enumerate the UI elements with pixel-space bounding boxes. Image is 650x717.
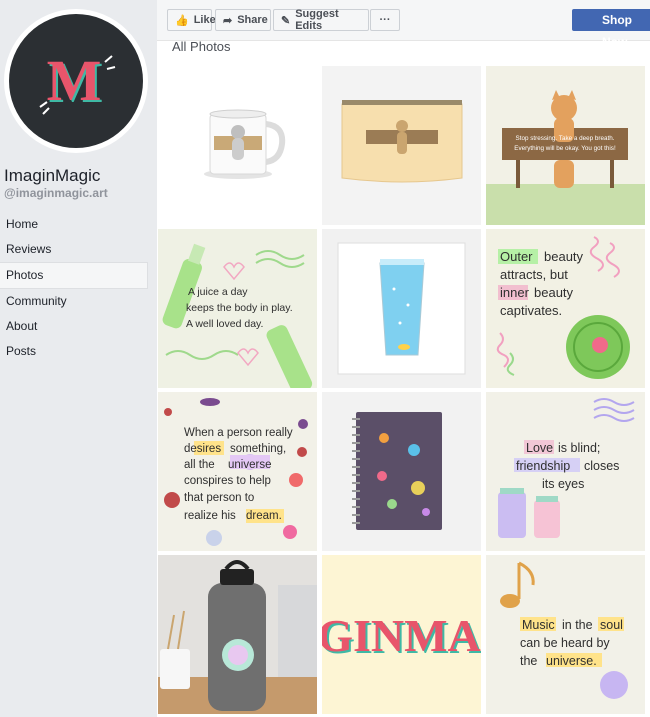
share-button[interactable]: ➦ Share (215, 9, 271, 31)
svg-text:Music: Music (522, 618, 555, 632)
nav-item-community[interactable]: Community (0, 289, 148, 314)
svg-text:When a person really: When a person really (184, 427, 293, 439)
action-toolbar: 👍 Like ➦ Share ✎ Suggest Edits ··· Shop Now (157, 0, 650, 49)
photo-notebook[interactable] (322, 392, 481, 551)
nav-item-posts[interactable]: Posts (0, 339, 148, 364)
svg-text:beauty: beauty (534, 285, 574, 300)
suggest-edits-button[interactable]: ✎ Suggest Edits (273, 8, 369, 32)
svg-text:M: M (47, 48, 102, 113)
svg-text:A well loved day.: A well loved day. (186, 318, 263, 330)
photo-universe[interactable]: When a person really desires something, … (158, 392, 317, 551)
photo-water-glass[interactable] (322, 229, 481, 388)
svg-text:its eyes: its eyes (542, 477, 584, 491)
left-sidebar: M M ImaginMagic @imaginmagic.art Home Re… (0, 0, 157, 717)
photo-ginma[interactable]: GINMA GINMA (322, 555, 481, 714)
svg-text:Stop stressing. Take a deep br: Stop stressing. Take a deep breath. (516, 135, 615, 142)
share-arrow-icon: ➦ (223, 14, 233, 27)
section-title: All Photos (172, 39, 231, 54)
svg-text:that person to: that person to (184, 492, 254, 504)
svg-text:GINMA: GINMA (322, 610, 481, 661)
shop-now-button[interactable]: Shop Now (572, 9, 650, 49)
svg-text:in the: in the (562, 618, 593, 632)
nav-item-home[interactable]: Home (0, 212, 148, 237)
main-content: 👍 Like ➦ Share ✎ Suggest Edits ··· Shop Now… (157, 0, 650, 717)
svg-text:universe: universe (228, 459, 271, 471)
thumbs-up-icon: 👍 (175, 14, 189, 27)
nav-item-photos[interactable]: Photos (0, 262, 148, 289)
photo-outer-beauty[interactable]: Outer beauty attracts, but inner beauty … (486, 229, 645, 388)
svg-text:all the: all the (184, 459, 215, 471)
photo-pouch[interactable] (322, 66, 481, 225)
svg-text:dream.: dream. (246, 510, 282, 522)
svg-text:realize his: realize his (184, 510, 236, 522)
svg-text:attracts, but: attracts, but (500, 267, 568, 282)
photo-music[interactable]: Music in the soul can be heard by the un… (486, 555, 645, 714)
svg-text:A juice a day: A juice a day (188, 286, 248, 298)
svg-text:the: the (520, 654, 537, 668)
svg-text:beauty: beauty (544, 249, 584, 264)
pencil-icon: ✎ (281, 14, 291, 27)
svg-text:Love: Love (526, 441, 553, 455)
nav-item-reviews[interactable]: Reviews (0, 237, 148, 262)
photo-bottle[interactable] (158, 555, 317, 714)
svg-text:universe.: universe. (546, 654, 597, 668)
svg-text:desires: desires (184, 443, 221, 455)
svg-text:Everything will be okay. You g: Everything will be okay. You got this! (514, 145, 616, 152)
nav-item-about[interactable]: About (0, 314, 148, 339)
svg-text:Outer: Outer (500, 249, 533, 264)
svg-text:closes: closes (584, 459, 619, 473)
svg-text:soul: soul (600, 618, 623, 632)
page-nav: Home Reviews Photos Community About Post… (0, 212, 148, 364)
svg-text:conspires to help: conspires to help (184, 475, 271, 487)
svg-text:friendship: friendship (516, 459, 570, 473)
photo-juice[interactable]: A juice a day keeps the body in play. A … (158, 229, 317, 388)
svg-text:is blind;: is blind; (558, 441, 600, 455)
svg-text:captivates.: captivates. (500, 303, 562, 318)
like-button[interactable]: 👍 Like (167, 9, 216, 31)
logo-m-icon: M M (39, 48, 116, 115)
more-icon: ··· (379, 14, 391, 26)
page-handle: @imaginmagic.art (4, 186, 108, 200)
page-name[interactable]: ImaginMagic (4, 166, 100, 186)
photo-cat-sign[interactable]: Stop stressing. Take a deep breath. Ever… (486, 66, 645, 225)
page-profile-picture[interactable]: M M (4, 9, 148, 153)
photo-love-blind[interactable]: Love is blind; friendship closes its eye… (486, 392, 645, 551)
svg-text:can be heard by: can be heard by (520, 636, 610, 650)
more-options-button[interactable]: ··· (370, 9, 400, 31)
svg-text:something,: something, (230, 443, 286, 455)
avatar-logo: M M (9, 14, 143, 148)
svg-text:inner: inner (500, 285, 530, 300)
svg-text:keeps the body in play.: keeps the body in play. (186, 302, 293, 314)
photo-mug[interactable] (158, 66, 317, 225)
